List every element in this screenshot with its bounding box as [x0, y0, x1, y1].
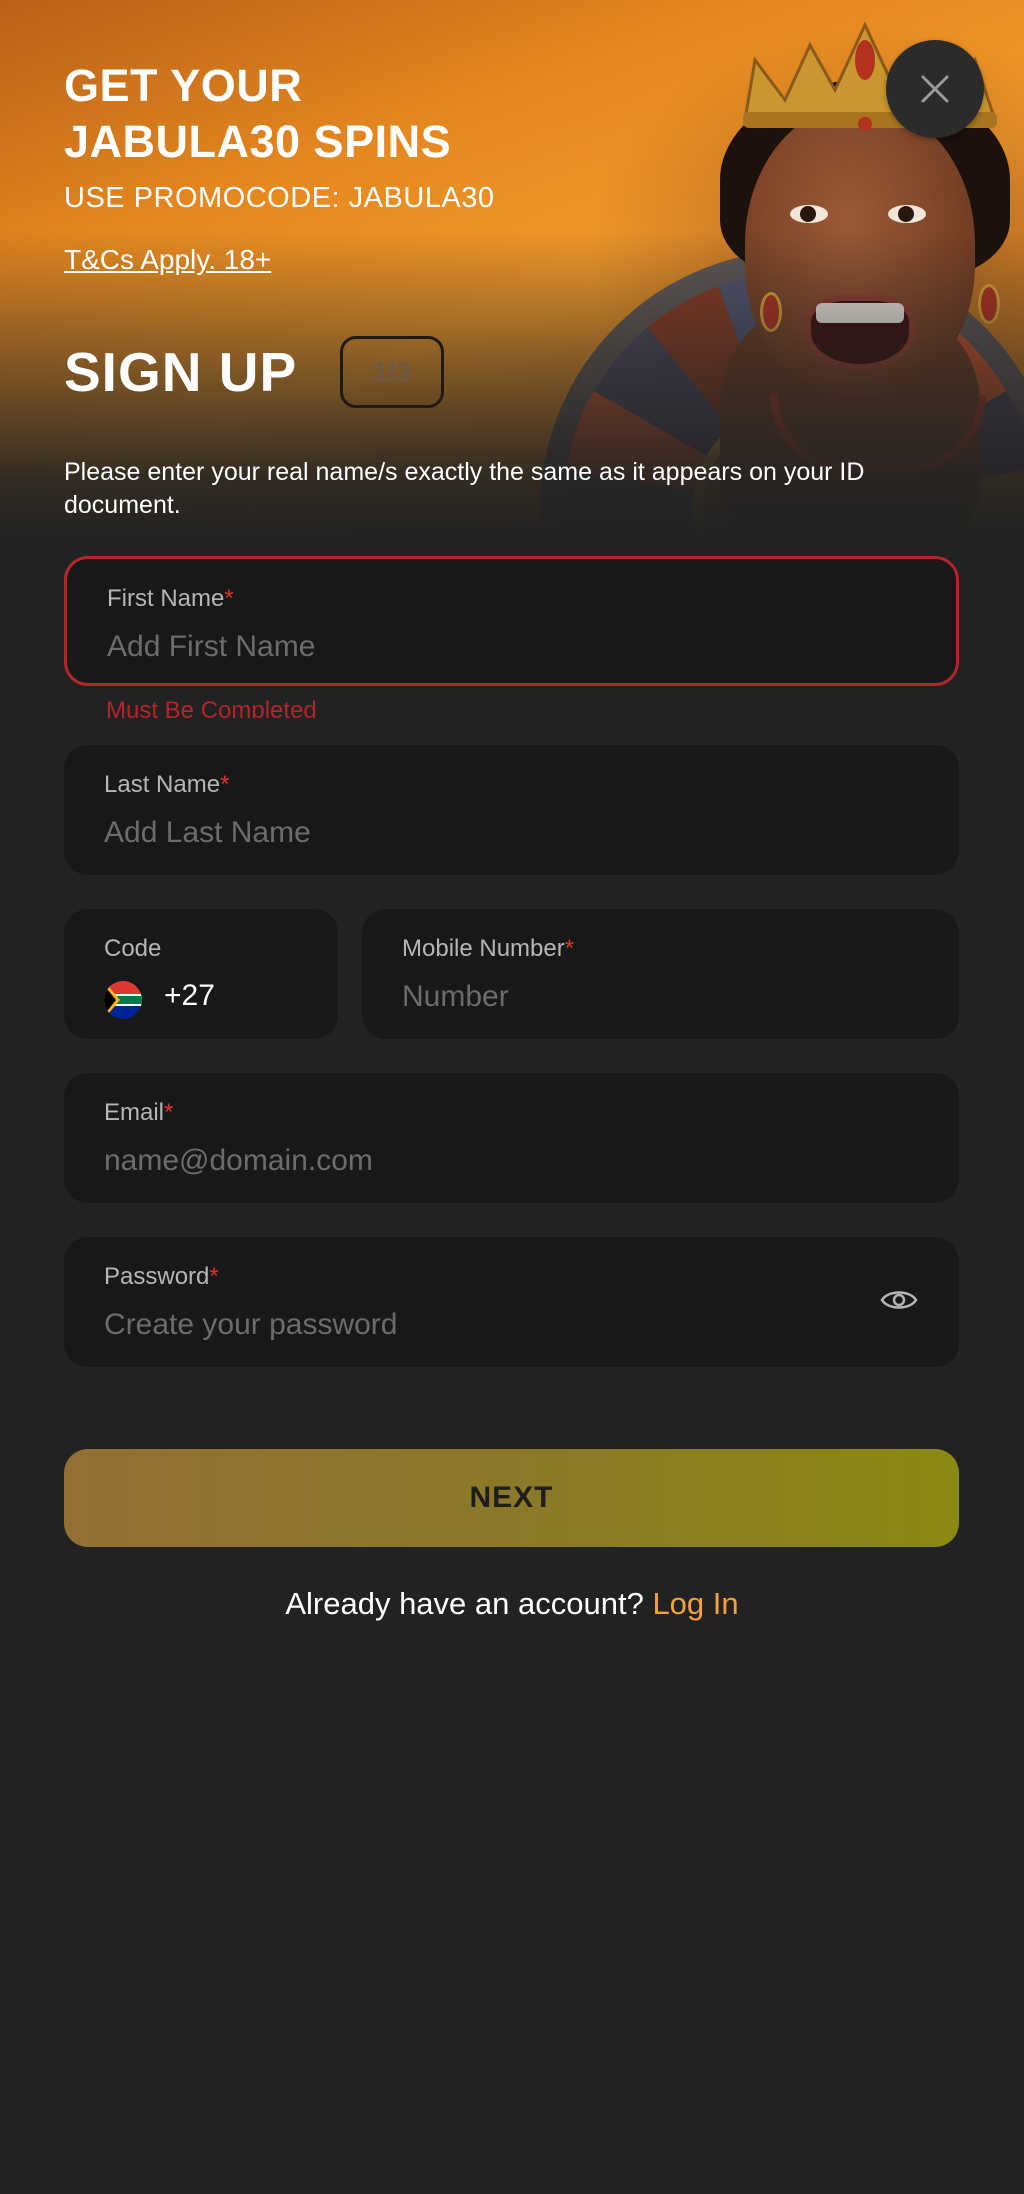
next-button[interactable]: NEXT — [64, 1449, 959, 1547]
login-link[interactable]: Log In — [652, 1586, 738, 1621]
mobile-number-input[interactable] — [402, 975, 919, 1019]
step-indicator: 1/3 — [340, 336, 444, 408]
close-button[interactable] — [886, 40, 984, 138]
email-input[interactable] — [104, 1139, 919, 1183]
required-marker: * — [209, 1263, 219, 1290]
intro-text: Please enter your real name/s exactly th… — [64, 458, 865, 519]
country-code-selector[interactable]: Code +27 — [64, 909, 338, 1039]
promo-title-line-1: GET YOUR — [64, 60, 303, 111]
promo-title-line-2: JABULA30 SPINS — [64, 116, 452, 167]
password-label: Password* — [104, 1263, 219, 1290]
terms-link[interactable]: T&Cs Apply. 18+ — [64, 244, 271, 276]
last-name-label: Last Name* — [104, 771, 230, 798]
code-label: Code — [104, 935, 162, 962]
login-prompt: Already have an account? Log In — [0, 1586, 1024, 1622]
required-marker: * — [224, 585, 234, 612]
mobile-number-label: Mobile Number* — [402, 935, 575, 962]
required-marker: * — [564, 935, 575, 962]
eye-icon — [880, 1291, 918, 1309]
mobile-number-field[interactable]: Mobile Number* — [362, 909, 959, 1039]
first-name-error: Must Be Completed — [106, 697, 317, 718]
south-africa-flag-icon — [104, 981, 142, 1019]
page-title: SIGN UP — [64, 341, 298, 403]
password-field[interactable]: Password* — [64, 1237, 959, 1367]
login-prompt-text: Already have an account? — [285, 1586, 644, 1621]
first-name-input[interactable] — [107, 625, 916, 669]
close-icon — [921, 75, 949, 103]
country-code-value: +27 — [164, 979, 215, 1012]
required-marker: * — [164, 1099, 174, 1126]
email-label: Email* — [104, 1099, 174, 1126]
last-name-input[interactable] — [104, 811, 919, 855]
promo-title: GET YOUR JABULA30 SPINS — [64, 58, 624, 170]
promo-code-text: USE PROMOCODE: JABULA30 — [64, 182, 495, 214]
toggle-password-visibility-button[interactable] — [879, 1285, 919, 1315]
last-name-field[interactable]: Last Name* — [64, 745, 959, 875]
email-field[interactable]: Email* — [64, 1073, 959, 1203]
password-input[interactable] — [104, 1303, 839, 1347]
first-name-label: First Name* — [107, 585, 234, 612]
required-marker: * — [220, 771, 230, 798]
first-name-field[interactable]: First Name* — [64, 556, 959, 686]
